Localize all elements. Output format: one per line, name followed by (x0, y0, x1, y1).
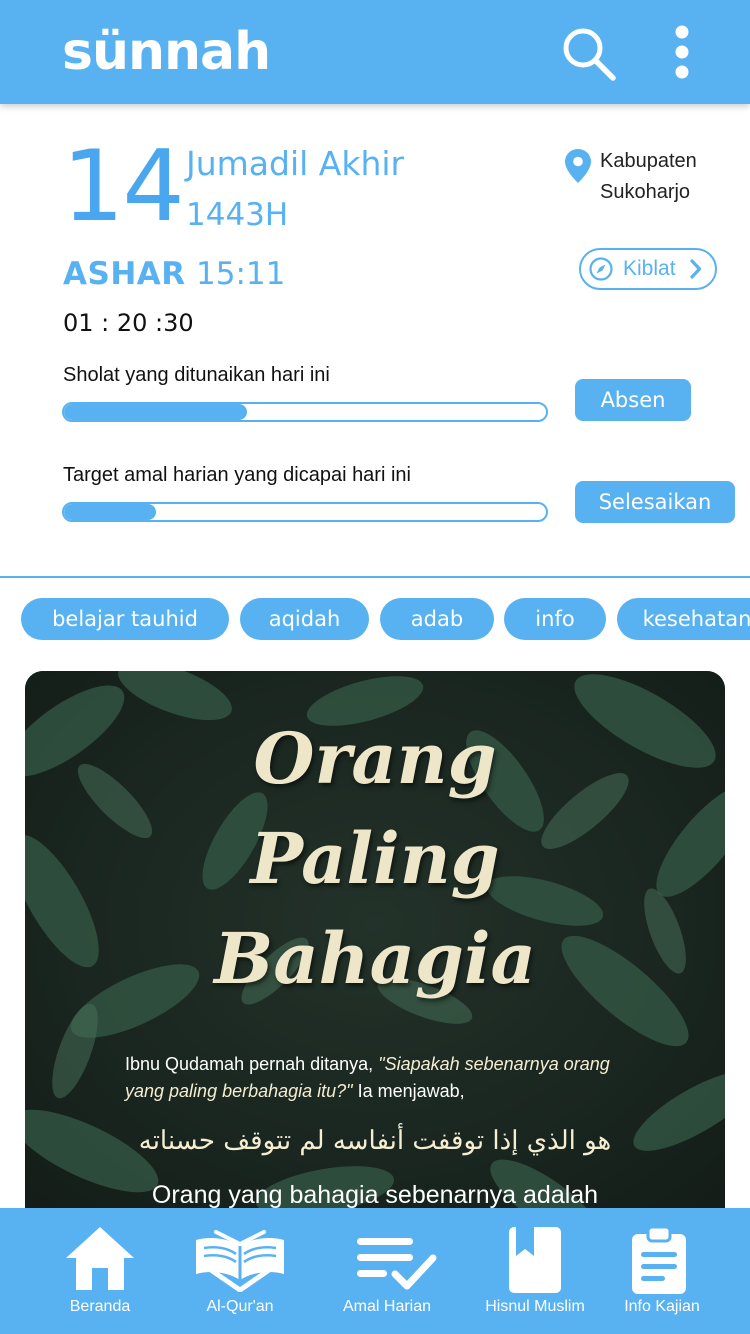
article-title: Orang Paling Bahagia (25, 709, 725, 1009)
checklist-icon (355, 1236, 439, 1297)
bottom-navigation: Beranda Al-Qur'an Amal Harian Hisnul Mus… (0, 1208, 750, 1334)
nav-label: Info Kajian (624, 1298, 700, 1315)
next-prayer-name: ASHAR (63, 256, 186, 292)
book-bookmark-icon (508, 1226, 562, 1299)
tag-adab[interactable]: adab (380, 598, 494, 640)
tag-info[interactable]: info (504, 598, 606, 640)
nav-label: Hisnul Muslim (485, 1298, 585, 1315)
app-header: sünnah (0, 0, 750, 104)
sholat-progress-bar (62, 402, 548, 422)
quote-intro: Ibnu Qudamah pernah ditanya, (125, 1054, 379, 1074)
tag-aqidah[interactable]: aqidah (240, 598, 369, 640)
amal-progress-bar (62, 502, 548, 522)
nav-label: Amal Harian (342, 1298, 432, 1315)
clipboard-icon (630, 1225, 688, 1301)
section-divider (0, 576, 750, 578)
sholat-progress-label: Sholat yang ditunaikan hari ini (63, 364, 330, 386)
sholat-progress-fill (64, 404, 248, 420)
hijri-month: Jumadil Akhir (186, 144, 405, 183)
app-logo: sünnah (62, 22, 271, 82)
hijri-day: 14 (62, 130, 185, 244)
absen-button[interactable]: Absen (575, 379, 691, 421)
selesaikan-button[interactable]: Selesaikan (575, 481, 735, 523)
kiblat-button[interactable]: Kiblat (579, 248, 717, 290)
article-title-line: Bahagia (214, 917, 536, 1000)
location[interactable]: Kabupaten Sukoharjo (564, 146, 744, 212)
search-icon[interactable] (558, 24, 620, 84)
article-excerpt: Orang yang bahagia sebenarnya adalah (151, 1181, 599, 1209)
tag-kesehatan[interactable]: kesehatan (617, 598, 750, 640)
article-title-line: Paling (250, 817, 500, 900)
location-pin-icon (564, 148, 592, 184)
nav-label: Beranda (69, 1298, 131, 1315)
nav-item-amal-harian[interactable]: Amal Harian (327, 1208, 447, 1334)
tag-belajar-tauhid[interactable]: belajar tauhid (21, 598, 229, 640)
article-quote: Ibnu Qudamah pernah ditanya, "Siapakah s… (125, 1051, 645, 1105)
nav-item-info-kajian[interactable]: Info Kajian (602, 1208, 722, 1334)
featured-article-card[interactable]: Orang Paling Bahagia Ibnu Qudamah pernah… (25, 671, 725, 1231)
nav-item-hisnul-muslim[interactable]: Hisnul Muslim (475, 1208, 595, 1334)
next-prayer-time: 15:11 (196, 256, 286, 292)
quran-icon (190, 1224, 290, 1297)
category-tags: belajar tauhid aqidah adab info kesehata… (0, 598, 750, 642)
arabic-quote: هو الذي إذا توقفت أنفاسه لم تتوقف حسناته (138, 1126, 612, 1156)
compass-icon (589, 257, 613, 281)
amal-progress-fill (64, 504, 156, 520)
amal-progress-label: Target amal harian yang dicapai hari ini (63, 464, 411, 486)
nav-label: Al-Qur'an (206, 1298, 274, 1315)
quote-outro: Ia menjawab, (352, 1081, 465, 1101)
more-vertical-icon[interactable] (664, 22, 700, 84)
nav-item-beranda[interactable]: Beranda (40, 1208, 160, 1334)
location-name: Kabupaten Sukoharjo (600, 150, 697, 203)
chevron-right-icon (689, 258, 703, 280)
article-title-line: Orang (253, 717, 497, 800)
home-icon (64, 1224, 136, 1297)
nav-item-al-quran[interactable]: Al-Qur'an (180, 1208, 300, 1334)
kiblat-label: Kiblat (623, 257, 676, 280)
hijri-year: 1443H (186, 197, 289, 233)
prayer-countdown: 01 : 20 :30 (63, 309, 194, 337)
